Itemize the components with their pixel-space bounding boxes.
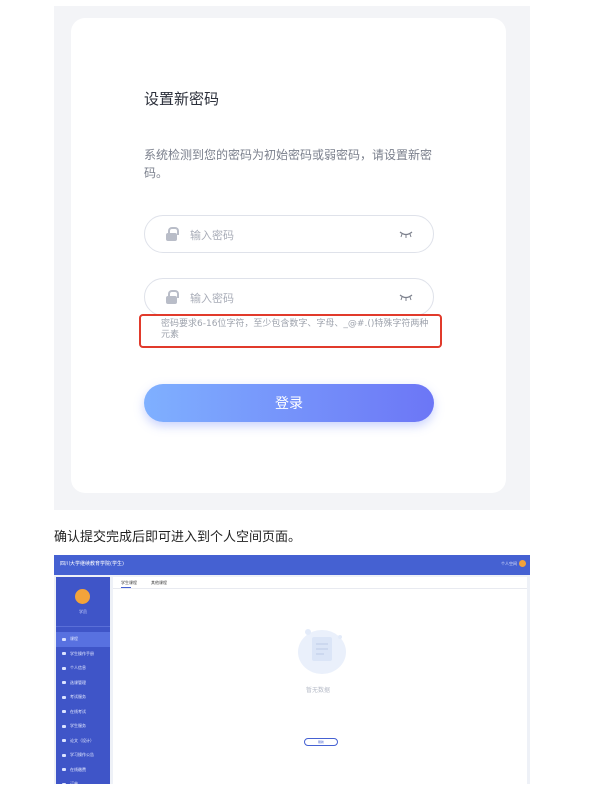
- user-avatar-icon: [519, 560, 526, 567]
- user-name: 学员: [79, 609, 87, 614]
- user-label: 个人空间: [501, 560, 517, 566]
- password-requirement-hint: 密码要求6-16位字符，至少包含数字、字母、_@#.()特殊字符两种元素: [161, 319, 429, 340]
- refresh-button[interactable]: 刷新: [304, 738, 338, 746]
- menu-icon: [62, 753, 66, 757]
- tab-other-courses[interactable]: 其他课程: [151, 580, 167, 586]
- main-content: 学生课程 其他课程 暂无数据 刷新: [113, 577, 527, 784]
- sidebar-divider: [56, 626, 110, 627]
- user-menu[interactable]: 个人空间: [501, 560, 528, 567]
- set-password-screenshot: 设置新密码 系统检测到您的密码为初始密码或弱密码，请设置新密码。 输入密码 输入…: [54, 6, 530, 510]
- sidebar-item-label: 课程: [70, 636, 78, 642]
- sidebar-item[interactable]: 考试服务: [56, 690, 110, 705]
- sidebar-item-label: 学生服务: [70, 723, 86, 729]
- sidebar-item-label: 选课管理: [70, 679, 86, 685]
- sidebar-item-label: 个人信息: [70, 665, 86, 671]
- menu-icon: [62, 782, 66, 784]
- menu-icon: [62, 768, 66, 772]
- lock-icon: [166, 290, 179, 304]
- requirement-highlight-box: 密码要求6-16位字符，至少包含数字、字母、_@#.()特殊字符两种元素: [139, 314, 442, 348]
- sidebar-item-label: 学习操作公告: [70, 752, 94, 758]
- sidebar-item-label: 考试服务: [70, 694, 86, 700]
- top-bar: 四川大学继续教育学院(学生) 个人空间: [54, 555, 530, 575]
- sidebar-item-label: 在线缴费: [70, 766, 86, 772]
- tab-student-courses[interactable]: 学生课程: [121, 580, 137, 586]
- sidebar-item[interactable]: 学习操作公告: [56, 748, 110, 763]
- avatar: [75, 589, 90, 604]
- lock-icon: [166, 227, 179, 241]
- menu-icon: [62, 710, 66, 714]
- sidebar-item-label: 学生操作手册: [70, 650, 94, 656]
- menu-icon: [62, 695, 66, 699]
- description-text: 系统检测到您的密码为初始密码或弱密码，请设置新密码。: [144, 148, 433, 180]
- sidebar-item-label: 订单: [70, 781, 78, 784]
- menu-icon: [62, 724, 66, 728]
- sidebar-item[interactable]: 课程: [56, 632, 110, 647]
- empty-state-illustration: [291, 622, 353, 678]
- sidebar-item[interactable]: 订单: [56, 777, 110, 784]
- sidebar-item[interactable]: 论文（设计）: [56, 734, 110, 749]
- sidebar-item[interactable]: 在线考试: [56, 705, 110, 720]
- confirm-password-placeholder: 输入密码: [190, 292, 234, 305]
- login-button[interactable]: 登录: [144, 384, 434, 422]
- sidebar-item-label: 在线考试: [70, 708, 86, 714]
- menu-icon: [62, 681, 66, 685]
- caption-text: 确认提交完成后即可进入到个人空间页面。: [54, 530, 302, 545]
- sidebar-item[interactable]: 在线缴费: [56, 763, 110, 778]
- eye-closed-icon[interactable]: [399, 293, 413, 302]
- sidebar-item-label: 论文（设计）: [70, 737, 94, 743]
- eye-closed-icon[interactable]: [399, 230, 413, 239]
- menu-icon: [62, 637, 66, 641]
- menu-icon: [62, 652, 66, 656]
- page-title: 设置新密码: [144, 90, 220, 108]
- confirm-password-field[interactable]: 输入密码: [144, 278, 434, 316]
- sidebar-item[interactable]: 学生服务: [56, 719, 110, 734]
- sidebar-item[interactable]: 学生操作手册: [56, 647, 110, 662]
- sidebar-item[interactable]: 选课管理: [56, 676, 110, 691]
- menu-icon: [62, 739, 66, 743]
- tab-bar: 学生课程 其他课程: [113, 577, 527, 589]
- sidebar: 学员 课程学生操作手册 个人信息选课管理考试服务在线考试学生服务论文（设计） 学习操…: [56, 577, 110, 784]
- active-tab-indicator: [121, 587, 131, 588]
- sidebar-menu: 课程学生操作手册 个人信息选课管理考试服务在线考试学生服务论文（设计） 学习操作公告…: [56, 632, 110, 784]
- password-placeholder: 输入密码: [190, 229, 234, 242]
- password-field[interactable]: 输入密码: [144, 215, 434, 253]
- sidebar-item[interactable]: 个人信息: [56, 661, 110, 676]
- personal-space-screenshot: 四川大学继续教育学院(学生) 个人空间 学员 课程学生操作手册 个人信息选课管理考…: [54, 555, 530, 784]
- set-password-card: 设置新密码 系统检测到您的密码为初始密码或弱密码，请设置新密码。 输入密码 输入…: [71, 18, 506, 493]
- empty-state-text: 暂无数据: [306, 687, 331, 694]
- menu-icon: [62, 666, 66, 670]
- system-name: 四川大学继续教育学院(学生): [60, 561, 124, 567]
